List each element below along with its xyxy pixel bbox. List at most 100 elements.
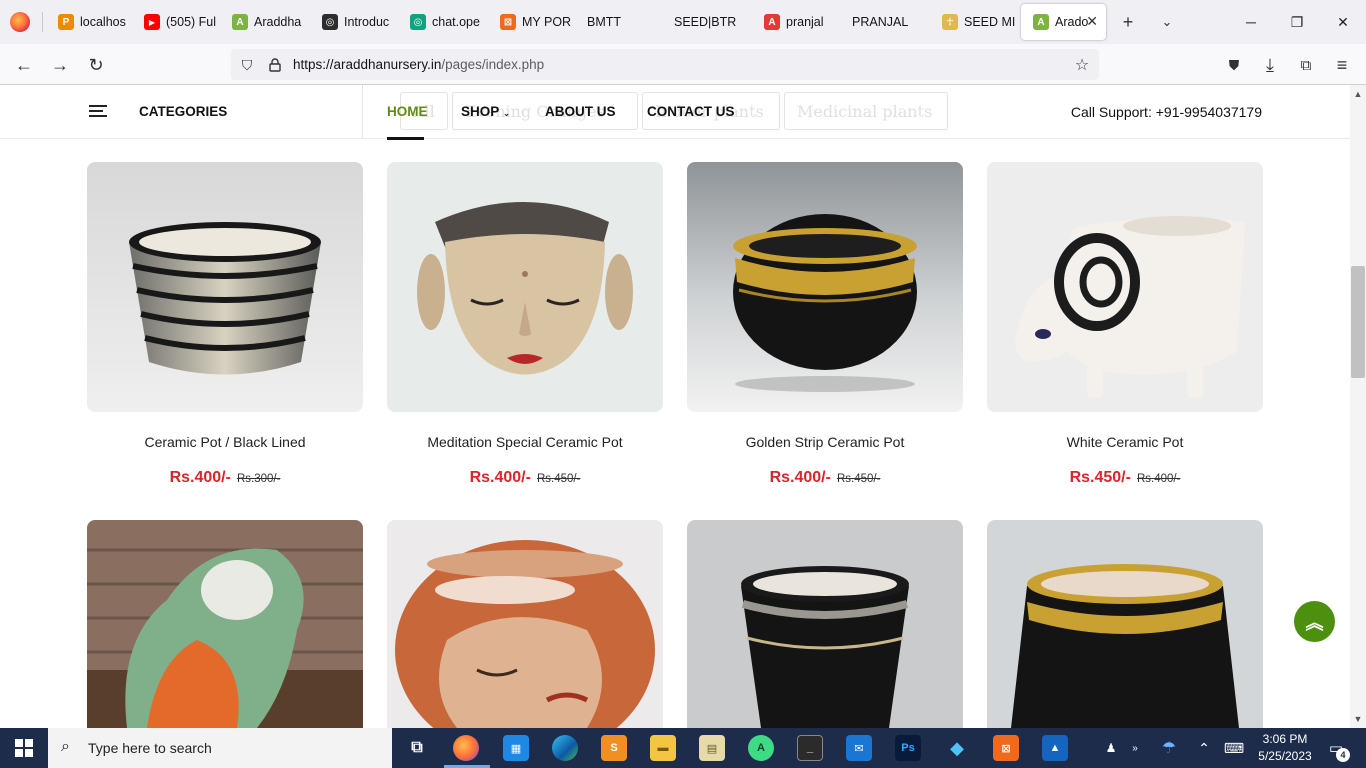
nav-contact-us[interactable]: CONTACT US (647, 104, 735, 119)
browser-tab[interactable]: ◎ chat.ope (398, 4, 486, 40)
chevron-up-icon[interactable]: » (1128, 728, 1142, 768)
user-tray-icon[interactable]: ♟ (1100, 728, 1122, 768)
edge-icon[interactable] (552, 735, 578, 761)
tab-label: MY POR (522, 15, 572, 29)
pocket-icon[interactable]: ⛊ (1219, 50, 1249, 80)
windows-start-icon[interactable] (0, 728, 48, 768)
search-placeholder: Type here to search (88, 740, 212, 756)
page-scrollbar-thumb[interactable] (1351, 266, 1365, 378)
browser-tab[interactable]: BMTT (575, 4, 663, 40)
microsoft-store-icon[interactable]: ▦ (503, 735, 529, 761)
browser-tab[interactable]: ☥ SEED MI (930, 4, 1018, 40)
nav-home[interactable]: HOME (387, 104, 428, 119)
shield-icon[interactable]: ⛉ (237, 55, 257, 75)
product-name[interactable]: Ceramic Pot / Black Lined (87, 434, 363, 450)
system-clock[interactable]: 3:06 PM 5/25/2023 (1253, 731, 1317, 765)
firefox-taskbar-icon[interactable] (453, 735, 479, 761)
tab-label: PRANJAL (852, 15, 909, 29)
product-name[interactable]: Golden Strip Ceramic Pot (687, 434, 963, 450)
tab-label: Introduc (344, 15, 390, 29)
phpmyadmin-icon: P (58, 14, 74, 30)
nav-shop[interactable]: SHOP ⌄ (461, 104, 510, 119)
scroll-up-arrow-icon[interactable]: ▲ (1350, 86, 1366, 102)
minimize-icon[interactable]: ─ (1228, 0, 1274, 44)
winrar-icon[interactable]: ▤ (699, 735, 725, 761)
product-name[interactable]: White Ceramic Pot (987, 434, 1263, 450)
original-price: Rs.300/- (236, 473, 281, 485)
photoshop-icon[interactable]: Ps (895, 735, 921, 761)
categories-label[interactable]: CATEGORIES (139, 104, 227, 119)
browser-tab[interactable]: ▶ (505) Ful (132, 4, 222, 40)
chevron-down-icon: ⌄ (502, 108, 511, 118)
tab-label: BMTT (587, 15, 622, 29)
product-image-white-ram-pot[interactable] (987, 162, 1263, 412)
product-image-meditation-pot[interactable] (387, 162, 663, 412)
product-image-black-lined-pot[interactable] (87, 162, 363, 412)
leaf-icon: A (232, 14, 248, 30)
product-name[interactable]: Meditation Special Ceramic Pot (387, 434, 663, 450)
git-kraken-icon[interactable]: ◆ (944, 735, 970, 761)
restore-icon[interactable]: ❐ (1274, 0, 1320, 44)
chatgpt-icon: ◎ (410, 14, 426, 30)
browser-navigation-bar: ← → ↻ ⛉ https://araddhanursery.in/pages/… (0, 44, 1366, 85)
header-divider (362, 85, 363, 139)
tab-label: SEED|BTR (674, 15, 737, 29)
product-image-sleeping-face-pot[interactable] (387, 520, 663, 728)
categories-menu-icon[interactable] (89, 105, 107, 119)
product-price: Rs.400/- Rs.450/- (387, 469, 663, 487)
product-image-gold-rim-pot[interactable] (987, 520, 1263, 728)
browser-tab[interactable]: PRANJAL (840, 4, 930, 40)
back-to-top-button[interactable]: ︽ (1294, 601, 1335, 642)
browser-tab[interactable]: A Araddha (220, 4, 308, 40)
sale-price: Rs.450/- (1069, 469, 1131, 486)
photos-icon[interactable]: ▲ (1042, 735, 1068, 761)
filter-button-medicinal[interactable]: Medicinal plants (784, 92, 948, 130)
clock-time: 3:06 PM (1262, 732, 1308, 746)
show-hidden-icons-chevron-up-icon[interactable]: ⌃ (1194, 728, 1214, 768)
windows-taskbar: ⌕ Type here to search ⧉ ▦ S ▬ ▤ A _ ✉ Ps… (0, 728, 1366, 768)
browser-tab[interactable]: A pranjal (752, 4, 838, 40)
original-price: Rs.450/- (836, 473, 881, 485)
double-chevron-up-icon: ︽ (1305, 612, 1324, 633)
close-window-icon[interactable]: ✕ (1320, 0, 1366, 44)
task-view-icon[interactable]: ⧉ (404, 735, 430, 761)
browser-tab[interactable]: ⊠ MY POR (488, 4, 574, 40)
android-studio-icon[interactable]: A (748, 735, 774, 761)
youtube-icon: ▶ (144, 14, 160, 30)
weather-umbrella-icon[interactable]: ☂ (1156, 728, 1182, 768)
scroll-down-arrow-icon[interactable]: ▼ (1350, 711, 1366, 727)
list-tabs-chevron-down-icon[interactable]: ⌄ (1153, 8, 1181, 36)
product-image-lady-figurine-pot[interactable] (87, 520, 363, 728)
browser-tab[interactable]: ◎ Introduc (310, 4, 398, 40)
product-image-black-silver-pot[interactable] (687, 520, 963, 728)
xampp-taskbar-icon[interactable]: ⊠ (993, 735, 1019, 761)
hamburger-menu-icon[interactable]: ≡ (1327, 50, 1357, 80)
page-scrollbar-track[interactable] (1350, 85, 1366, 728)
terminal-icon[interactable]: _ (797, 735, 823, 761)
tab-label: Arado (1055, 15, 1089, 29)
notification-icon[interactable]: ▭ 4 (1322, 728, 1350, 768)
download-icon[interactable]: ⤓ (1255, 50, 1285, 80)
sublime-text-icon[interactable]: S (601, 735, 627, 761)
forward-arrow-icon[interactable]: → (45, 50, 75, 80)
product-image-golden-strip-pot[interactable] (687, 162, 963, 412)
reload-icon[interactable]: ↻ (81, 50, 111, 80)
tab-label: Araddha (254, 15, 302, 29)
nav-about-us[interactable]: ABOUT US (545, 104, 616, 119)
bookmark-star-icon[interactable]: ☆ (1072, 55, 1092, 75)
url-bar[interactable]: ⛉ https://araddhanursery.in/pages/index.… (231, 49, 1099, 80)
close-tab-icon[interactable]: ✕ (1086, 13, 1098, 30)
mail-icon[interactable]: ✉ (846, 735, 872, 761)
sale-price: Rs.400/- (469, 469, 531, 486)
firefox-icon[interactable] (10, 12, 30, 32)
browser-tab[interactable]: SEED|BTR (662, 4, 750, 40)
taskbar-search-box[interactable]: ⌕ Type here to search (48, 728, 392, 768)
lock-icon[interactable] (265, 55, 285, 75)
browser-tab-active[interactable]: A Arado ✕ (1021, 4, 1106, 40)
back-arrow-icon[interactable]: ← (9, 50, 39, 80)
keyboard-icon[interactable]: ⌨ (1222, 728, 1246, 768)
new-tab-plus-icon[interactable]: + (1114, 8, 1142, 36)
file-explorer-icon[interactable]: ▬ (650, 735, 676, 761)
extensions-icon[interactable]: ⧉ (1291, 50, 1321, 80)
browser-tab[interactable]: P localhos (46, 4, 134, 40)
